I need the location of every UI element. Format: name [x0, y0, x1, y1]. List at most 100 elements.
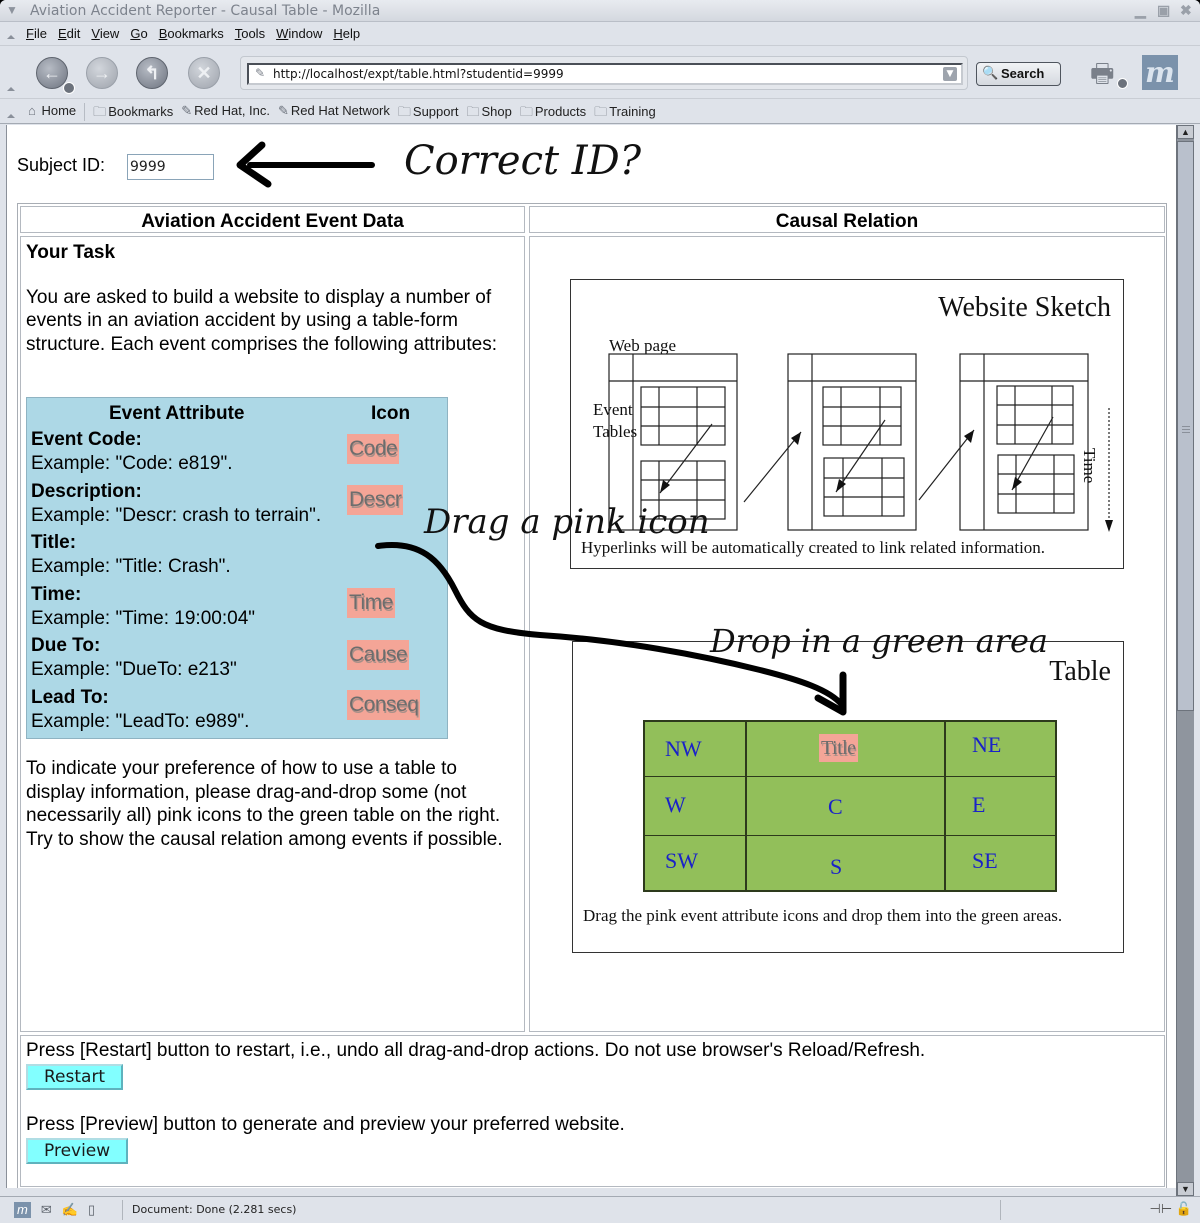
page-proxy-icon: ✎	[255, 66, 266, 80]
reload-icon: ↰	[144, 62, 160, 83]
menu-help[interactable]: Help	[333, 26, 360, 41]
window-menu-icon[interactable]: ▼	[6, 3, 18, 17]
page-content: Subject ID: Aviation Accident Event Data…	[6, 125, 1176, 1188]
pink-icon-descr[interactable]: Descr	[347, 485, 404, 515]
online-status-icon[interactable]: ⊣⊢	[1150, 1201, 1173, 1216]
reload-button[interactable]: ↰	[136, 57, 168, 89]
menu-file[interactable]: File	[26, 26, 47, 41]
attribute-row-event-code: Event Code: Example: "Code: e819".	[31, 429, 233, 474]
drop-cell-c[interactable]: C	[828, 794, 843, 820]
pink-icon-code[interactable]: Code	[347, 434, 400, 464]
printer-icon: 🖶	[1090, 58, 1115, 88]
sketch-event-table	[997, 454, 1075, 514]
folder-icon: 🗀	[466, 104, 480, 119]
website-sketch-diagram: Website Sketch Web page Event Tables Tim…	[570, 279, 1124, 569]
icon-column-header: Icon	[371, 403, 411, 424]
toolbar-grip-icon[interactable]	[7, 114, 15, 118]
stop-button[interactable]: ✕	[188, 57, 220, 89]
scrollbar-thumb[interactable]	[1177, 141, 1194, 711]
drop-table-panel: Table NW Title NE W C E SW S SE Drag the…	[572, 641, 1124, 953]
scroll-up-icon[interactable]: ▲	[1177, 125, 1194, 139]
back-history-dropdown-icon[interactable]	[63, 82, 75, 94]
green-drop-table: NW Title NE W C E SW S SE	[643, 720, 1057, 892]
maximize-icon[interactable]: ▣	[1157, 2, 1170, 19]
bookmark-folder-bookmarks[interactable]: 🗀 Bookmarks	[93, 103, 173, 125]
drop-table-caption: Drag the pink event attribute icons and …	[583, 906, 1063, 925]
personal-toolbar: ⌂ Home 🗀 Bookmarks ✎ Red Hat, Inc. ✎ Red Ha…	[0, 100, 1200, 124]
url-input[interactable]: ✎ http://localhost/expt/table.html?stude…	[247, 63, 963, 85]
menu-tools[interactable]: Tools	[235, 26, 265, 41]
sketch-event-table	[996, 385, 1074, 445]
status-bar: m ✉ ✍ ▯ Document: Done (2.281 secs) ⊣⊢ 🔓	[0, 1196, 1200, 1223]
drop-cell-sw[interactable]: SW	[665, 848, 698, 874]
main-layout-table: Aviation Accident Event Data Causal Rela…	[17, 203, 1167, 1188]
composer-icon[interactable]: ✍	[62, 1202, 78, 1218]
search-icon: 🔍	[982, 65, 999, 80]
mozilla-logo-icon[interactable]: m	[1142, 55, 1178, 90]
print-button[interactable]: 🖶	[1090, 55, 1128, 89]
search-button[interactable]: 🔍 Search	[976, 62, 1061, 86]
home-icon: ⌂	[28, 103, 36, 118]
browser-window: ▼ Aviation Accident Reporter - Causal Ta…	[0, 0, 1200, 1223]
back-button[interactable]: ←	[36, 57, 75, 94]
left-column-header: Aviation Accident Event Data	[20, 206, 525, 233]
bookmark-red-hat-inc[interactable]: ✎ Red Hat, Inc.	[181, 103, 270, 125]
drop-cell-w[interactable]: W	[665, 792, 686, 818]
sketch-page-1	[608, 353, 738, 531]
print-dropdown-icon[interactable]	[1117, 78, 1128, 89]
navigator-icon[interactable]: m	[14, 1202, 31, 1218]
pink-icon-time[interactable]: Time	[347, 588, 395, 618]
home-button[interactable]: ⌂ Home	[28, 103, 76, 125]
url-dropdown-icon[interactable]: ▼	[943, 67, 957, 81]
pink-icon-conseq[interactable]: Conseq	[347, 690, 421, 720]
menu-go[interactable]: Go	[130, 26, 147, 41]
folder-icon: 🗀	[519, 104, 533, 119]
bookmark-folder-support[interactable]: 🗀 Support	[398, 103, 459, 125]
preview-button[interactable]: Preview	[26, 1138, 129, 1164]
close-icon[interactable]: ✖	[1180, 2, 1192, 19]
bookmark-folder-products[interactable]: 🗀 Products	[520, 103, 586, 125]
pink-icon-title-dropped[interactable]: Title	[819, 734, 858, 762]
restart-button[interactable]: Restart	[26, 1064, 124, 1090]
task-intro: You are asked to build a website to disp…	[26, 286, 498, 355]
drop-table-title: Table	[1049, 656, 1111, 687]
toolbar-grip-icon[interactable]	[7, 87, 15, 91]
toolbar-separator	[84, 103, 86, 121]
forward-arrow-icon: →	[93, 62, 111, 83]
mail-icon[interactable]: ✉	[41, 1202, 52, 1218]
folder-icon: 🗀	[93, 104, 107, 119]
window-title: Aviation Accident Reporter - Causal Tabl…	[30, 3, 381, 19]
address-book-icon[interactable]: ▯	[88, 1202, 95, 1218]
bookmark-folder-shop[interactable]: 🗀 Shop	[466, 103, 511, 125]
drop-cell-nw[interactable]: NW	[665, 736, 702, 762]
sketch-event-table	[640, 460, 726, 520]
drop-cell-s[interactable]: S	[830, 854, 842, 880]
drop-cell-ne[interactable]: NE	[972, 732, 1001, 758]
menu-bookmarks[interactable]: Bookmarks	[159, 26, 224, 41]
bookmark-icon: ✎	[181, 103, 193, 118]
toolbar-grip-icon[interactable]	[7, 35, 15, 39]
sketch-drawing	[608, 353, 1113, 532]
restart-instructions: Press [Restart] button to restart, i.e.,…	[26, 1040, 926, 1061]
vertical-scrollbar[interactable]: ▲ ▼	[1176, 125, 1194, 1196]
forward-button[interactable]: →	[86, 57, 118, 89]
attribute-row-due-to: Due To: Example: "DueTo: e213"	[31, 635, 237, 680]
drop-cell-se[interactable]: SE	[972, 848, 998, 874]
attribute-row-title: Title: Example: "Title: Crash".	[31, 532, 231, 577]
menu-window[interactable]: Window	[276, 26, 322, 41]
subject-id-input[interactable]	[127, 154, 214, 180]
bookmark-red-hat-network[interactable]: ✎ Red Hat Network	[278, 103, 390, 125]
right-column-header: Causal Relation	[529, 206, 1165, 233]
drop-cell-e[interactable]: E	[972, 792, 985, 818]
navigation-toolbar: ← → ↰ ✕ ✎ http://localhost/expt/table.ht…	[0, 47, 1200, 99]
folder-icon: 🗀	[594, 104, 608, 119]
scroll-down-icon[interactable]: ▼	[1177, 1182, 1194, 1196]
minimize-icon[interactable]: ▁	[1135, 2, 1146, 19]
time-axis-label: Time	[1080, 448, 1099, 484]
pink-icon-cause[interactable]: Cause	[347, 640, 410, 670]
menu-view[interactable]: View	[91, 26, 119, 41]
menu-bar: File Edit View Go Bookmarks Tools Window…	[0, 22, 1200, 46]
bookmark-folder-training[interactable]: 🗀 Training	[594, 103, 656, 125]
sketch-page-2	[787, 353, 917, 531]
menu-edit[interactable]: Edit	[58, 26, 80, 41]
